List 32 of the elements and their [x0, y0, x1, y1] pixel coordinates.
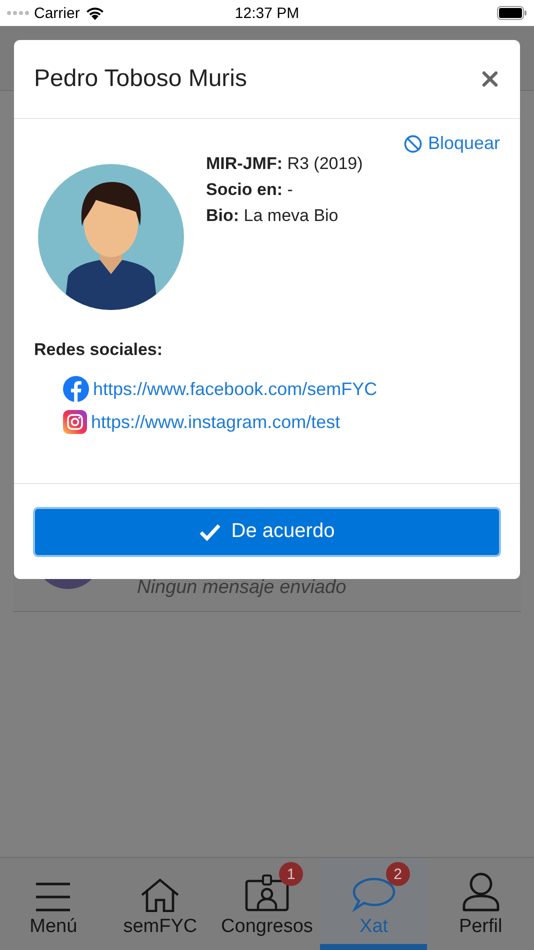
home-icon — [140, 878, 180, 912]
profile-field: MIR-JMF: R3 (2019) — [206, 154, 363, 174]
close-icon[interactable] — [482, 71, 498, 87]
id-badge-icon — [244, 874, 289, 912]
status-time: 12:37 PM — [234, 4, 300, 22]
tab-item[interactable]: semFYC — [106, 858, 214, 950]
carrier-name: Carrier — [34, 4, 80, 22]
profile-field: Bio: La meva Bio — [206, 206, 363, 226]
section-heading: Redes sociales: — [34, 340, 164, 360]
notification-badge: 2 — [386, 862, 410, 886]
profile-field: Socio en: - — [206, 180, 363, 200]
facebook-icon — [63, 376, 89, 402]
tab-item[interactable]: 1 Congresos — [214, 858, 320, 950]
social-link[interactable]: https://www.instagram.com/test — [91, 412, 340, 432]
dialog-title: Pedro Toboso Muris — [34, 65, 247, 93]
tab-item[interactable]: Menú — [0, 858, 107, 950]
instagram-icon — [63, 410, 87, 434]
tab-item[interactable]: 2 Xat — [320, 858, 428, 950]
notification-badge: 1 — [278, 862, 303, 886]
chat-bubble-icon — [352, 876, 396, 912]
signal-icon — [7, 11, 29, 15]
person-icon — [462, 872, 500, 912]
confirm-button[interactable]: De acuerdo — [33, 506, 501, 556]
tab-item[interactable]: Perfil — [427, 858, 534, 950]
battery-icon — [497, 6, 527, 20]
checkmark-icon — [199, 522, 222, 540]
last-message: Ningun mensaje enviado — [137, 577, 346, 599]
wifi-icon — [84, 6, 105, 20]
menu-icon — [35, 882, 72, 912]
block-link[interactable]: Bloquear — [404, 133, 500, 154]
block-icon — [404, 134, 422, 152]
social-link[interactable]: https://www.facebook.com/semFYC — [93, 378, 378, 400]
